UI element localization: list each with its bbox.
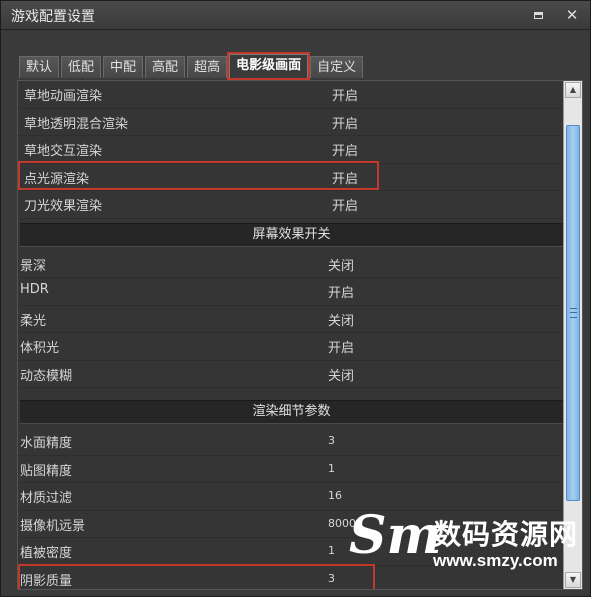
setting-label: 贴图精度	[20, 463, 73, 479]
setting-label: 动态模糊	[20, 368, 73, 384]
setting-label: 草地动画渲染	[24, 89, 103, 104]
setting-label: 摄像机远景	[20, 518, 86, 534]
tab-custom[interactable]: 自定义	[310, 56, 364, 78]
setting-value[interactable]: 关闭	[328, 365, 354, 384]
setting-value[interactable]: 3	[328, 572, 335, 585]
minimize-icon	[533, 12, 543, 19]
setting-value[interactable]: 1	[328, 462, 335, 475]
setting-value[interactable]: 3	[328, 434, 335, 447]
tab-low[interactable]: 低配	[61, 56, 102, 78]
setting-row-volumetric-light[interactable]: 体积光 开启	[18, 333, 563, 361]
tab-ultra[interactable]: 超高	[187, 56, 228, 78]
window-title: 游戏配置设置	[11, 9, 95, 25]
grip-icon	[570, 308, 577, 318]
setting-value[interactable]: 开启	[332, 195, 358, 214]
setting-label: 刀光效果渲染	[24, 199, 103, 214]
setting-value[interactable]: 开启	[332, 168, 358, 187]
scrollbar-thumb[interactable]	[566, 125, 580, 501]
setting-row-grass-alpha-blend[interactable]: 草地透明混合渲染 开启	[18, 109, 563, 136]
setting-label: 草地交互渲染	[24, 144, 103, 159]
setting-label: 水面精度	[20, 436, 73, 451]
setting-label: 柔光	[20, 313, 47, 329]
setting-value[interactable]: 开启	[328, 282, 354, 301]
setting-label: 点光源渲染	[24, 171, 90, 187]
config-window: 游戏配置设置 ✕ 默认 低配 中配 高配 超高 电影级画面 自定义 草地动画渲染…	[0, 0, 591, 597]
close-icon: ✕	[565, 6, 579, 24]
setting-row-bloom[interactable]: 柔光 关闭	[18, 306, 563, 333]
watermark-name: 数码资源网	[433, 518, 579, 551]
setting-row-point-light[interactable]: 点光源渲染 开启	[18, 160, 563, 191]
setting-value[interactable]: 开启	[332, 140, 358, 159]
tab-cinematic[interactable]: 电影级画面	[227, 52, 311, 80]
setting-row-grass-interaction[interactable]: 草地交互渲染 开启	[18, 136, 563, 164]
setting-value[interactable]: 关闭	[328, 310, 354, 329]
setting-row-texture-precision[interactable]: 贴图精度 1	[18, 456, 563, 483]
setting-row-hdr[interactable]: HDR 开启	[18, 278, 563, 306]
setting-label: 草地透明混合渲染	[24, 116, 129, 132]
section-header-screen-effects: 屏幕效果开关	[20, 222, 563, 247]
setting-row-blade-effect[interactable]: 刀光效果渲染 开启	[18, 191, 563, 219]
setting-label: HDR	[20, 282, 49, 297]
setting-value[interactable]: 开启	[332, 85, 358, 104]
setting-label: 体积光	[20, 341, 60, 356]
setting-row-water-precision[interactable]: 水面精度 3	[18, 428, 563, 456]
minimize-button[interactable]	[528, 5, 548, 25]
setting-label: 阴影质量	[20, 573, 73, 589]
watermark-logo: Sm	[349, 505, 442, 566]
setting-row-depth-of-field[interactable]: 景深 关闭	[18, 251, 563, 278]
tab-medium[interactable]: 中配	[103, 56, 144, 78]
section-header-render-details: 渲染细节参数	[20, 400, 563, 424]
preset-tabs: 默认 低配 中配 高配 超高 电影级画面 自定义	[19, 52, 364, 80]
setting-label: 景深	[20, 258, 47, 274]
setting-row-motion-blur[interactable]: 动态模糊 关闭	[18, 361, 563, 388]
setting-row-grass-animation[interactable]: 草地动画渲染 开启	[18, 81, 563, 109]
close-button[interactable]: ✕	[562, 5, 582, 25]
tab-default[interactable]: 默认	[19, 56, 60, 78]
watermark: Sm 数码资源网 www.smzy.com	[349, 501, 589, 593]
scroll-up-arrow-icon[interactable]: ▲	[565, 82, 581, 98]
title-bar: 游戏配置设置 ✕	[1, 1, 590, 30]
tab-high[interactable]: 高配	[145, 56, 186, 78]
setting-value[interactable]: 开启	[328, 337, 354, 356]
setting-value[interactable]: 1	[328, 544, 335, 557]
setting-label: 植被密度	[20, 546, 73, 561]
setting-label: 材质过滤	[20, 491, 73, 506]
setting-value[interactable]: 16	[328, 489, 342, 502]
setting-value[interactable]: 开启	[332, 113, 358, 132]
setting-value[interactable]: 关闭	[328, 255, 354, 274]
watermark-url: www.smzy.com	[433, 551, 558, 570]
